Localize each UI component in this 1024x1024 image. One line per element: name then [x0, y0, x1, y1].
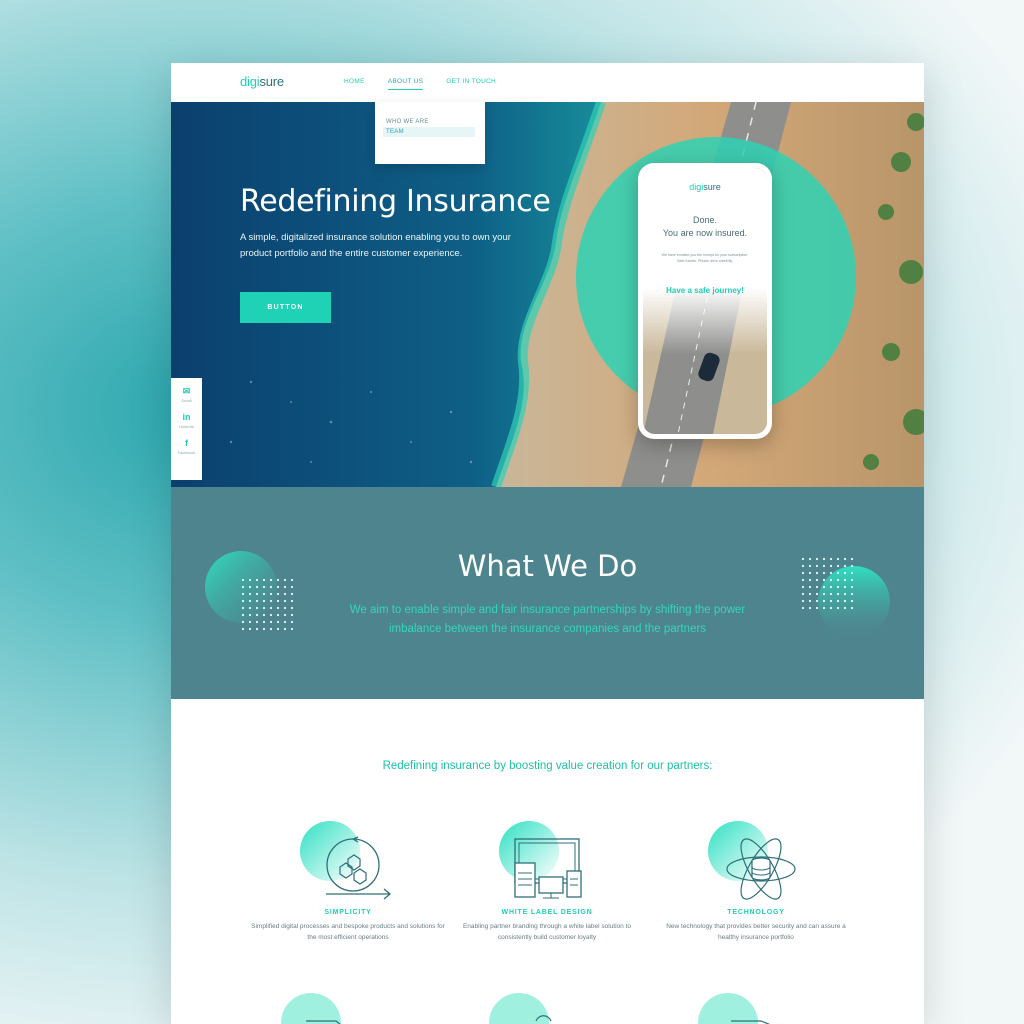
feature-technology: TECHNOLOGY New technology that provides … [656, 815, 856, 943]
dropdown-who-we-are[interactable]: WHO WE ARE [375, 117, 485, 127]
devices-icon [497, 815, 597, 905]
feature-simplicity: SIMPLICITY Simplified digital processes … [248, 815, 448, 943]
phone-receipt-text: We have emailed you the receipt for your… [661, 253, 749, 263]
feature-title: SIMPLICITY [324, 909, 372, 916]
logo-part-digi: digi [240, 74, 260, 89]
linkedin-icon: in [182, 412, 191, 422]
feature-description: Enabling partner branding through a whit… [462, 923, 632, 941]
dropdown-team[interactable]: TEAM [383, 127, 475, 137]
feature-white-label-design: WHITE LABEL DESIGN Enabling partner bran… [447, 815, 647, 943]
next-row-feature-icons [281, 993, 771, 1024]
phone-safe-journey: Have a safe journey! [666, 286, 744, 295]
social-email-label: Email [181, 398, 192, 403]
value-heading: Redefining insurance by boosting value c… [382, 760, 713, 772]
phone-road-image [643, 168, 767, 434]
digisure-logo[interactable]: digisure [240, 74, 284, 89]
phone-logo: digisure [643, 182, 767, 192]
phone-done-text: Done. You are now insured. [643, 214, 767, 240]
top-nav: digisure HOME ABOUT US GET IN TOUCH [171, 63, 924, 102]
phone-screen: digisure Done. You are now insured. We h… [643, 168, 767, 434]
what-we-do-text: We aim to enable simple and fair insuran… [349, 604, 746, 635]
hero-title: Redefining Insurance [240, 184, 551, 219]
social-facebook[interactable]: f Facebook [178, 438, 196, 455]
nav-links: HOME ABOUT US GET IN TOUCH [344, 78, 519, 90]
feature-title: TECHNOLOGY [727, 909, 785, 916]
atom-database-icon [706, 815, 806, 905]
landing-page: digisure HOME ABOUT US GET IN TOUCH WHO … [171, 63, 924, 1024]
nav-about-us[interactable]: ABOUT US [387, 78, 424, 90]
hero-section: Redefining Insurance A simple, digitaliz… [171, 102, 924, 487]
nav-get-in-touch[interactable]: GET IN TOUCH [446, 78, 496, 90]
feature-title: WHITE LABEL DESIGN [501, 909, 593, 916]
social-linkedin[interactable]: in LinkedIn [179, 412, 194, 429]
feature-description: New technology that provides better secu… [666, 923, 846, 941]
hero-cta-button[interactable]: BUTTON [240, 292, 331, 323]
hero-subtitle: A simple, digitalized insurance solution… [240, 232, 511, 259]
what-we-do-title: What We Do [457, 549, 638, 583]
nav-home[interactable]: HOME [344, 78, 365, 90]
phone-mockup: digisure Done. You are now insured. We h… [638, 163, 772, 439]
social-linkedin-label: LinkedIn [178, 424, 195, 429]
facebook-icon: f [184, 438, 188, 448]
social-sidebar: ✉ Email in LinkedIn f Facebook [171, 378, 202, 480]
social-email[interactable]: ✉ Email [181, 386, 191, 403]
what-we-do-section: What We Do We aim to enable simple and f… [171, 487, 924, 699]
phone-insured: You are now insured. [662, 228, 748, 238]
phone-logo-sure: sure [703, 182, 721, 192]
logo-part-sure: sure [259, 74, 284, 89]
phone-done: Done. [692, 215, 718, 225]
social-facebook-label: Facebook [177, 450, 196, 455]
about-dropdown-menu: WHO WE ARE TEAM [375, 102, 485, 164]
decorative-circles [205, 551, 890, 638]
simplicity-icon [298, 815, 398, 905]
mail-icon: ✉ [182, 386, 191, 396]
phone-logo-digi: digi [689, 182, 704, 192]
feature-description: Simplified digital processes and bespoke… [251, 923, 445, 941]
